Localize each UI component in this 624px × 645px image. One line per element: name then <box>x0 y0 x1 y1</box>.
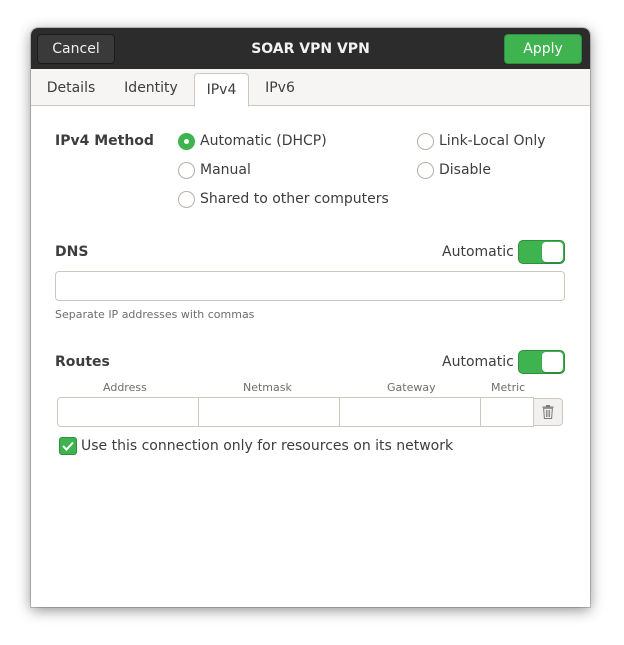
dns-automatic-switch[interactable] <box>518 240 565 264</box>
radio-link-local[interactable] <box>417 133 434 150</box>
column-address: Address <box>103 381 147 394</box>
radio-automatic-dhcp-label[interactable]: Automatic (DHCP) <box>200 133 327 149</box>
radio-automatic-dhcp[interactable] <box>178 133 195 150</box>
header-bar: Cancel SOAR VPN VPN Apply <box>31 28 590 69</box>
tab-ipv4[interactable]: IPv4 <box>194 73 249 107</box>
delete-route-button[interactable] <box>533 398 563 426</box>
dns-hint: Separate IP addresses with commas <box>55 308 255 321</box>
apply-button[interactable]: Apply <box>504 34 582 64</box>
radio-disable-label[interactable]: Disable <box>439 162 491 178</box>
routes-automatic-switch[interactable] <box>518 350 565 374</box>
tab-identity[interactable]: Identity <box>113 69 189 106</box>
dns-automatic-label: Automatic <box>442 244 514 260</box>
tab-details[interactable]: Details <box>37 69 105 106</box>
trash-icon <box>542 405 554 419</box>
tab-bar: Details Identity IPv4 IPv6 <box>31 69 590 107</box>
routes-automatic-label: Automatic <box>442 354 514 370</box>
tab-ipv6[interactable]: IPv6 <box>257 69 303 106</box>
only-local-checkbox[interactable] <box>59 437 77 455</box>
column-netmask: Netmask <box>243 381 292 394</box>
dns-input[interactable] <box>55 271 565 301</box>
dns-label: DNS <box>55 244 89 260</box>
radio-link-local-label[interactable]: Link-Local Only <box>439 133 546 149</box>
check-icon <box>62 441 74 451</box>
routes-label: Routes <box>55 354 110 370</box>
switch-knob <box>542 352 563 372</box>
route-netmask-input[interactable] <box>198 397 340 427</box>
connection-dialog: Cancel SOAR VPN VPN Apply Details Identi… <box>31 28 590 607</box>
dialog-title: SOAR VPN VPN <box>251 40 370 57</box>
radio-manual[interactable] <box>178 162 195 179</box>
radio-disable[interactable] <box>417 162 434 179</box>
switch-knob <box>542 242 563 262</box>
radio-shared[interactable] <box>178 191 195 208</box>
route-gateway-input[interactable] <box>339 397 481 427</box>
ipv4-method-label: IPv4 Method <box>55 133 154 149</box>
radio-manual-label[interactable]: Manual <box>200 162 251 178</box>
radio-shared-label[interactable]: Shared to other computers <box>200 191 389 207</box>
cancel-button[interactable]: Cancel <box>37 34 115 64</box>
column-metric: Metric <box>491 381 526 394</box>
column-gateway: Gateway <box>387 381 436 394</box>
route-address-input[interactable] <box>57 397 199 427</box>
only-local-label[interactable]: Use this connection only for resources o… <box>81 438 453 454</box>
route-metric-input[interactable] <box>480 397 534 427</box>
